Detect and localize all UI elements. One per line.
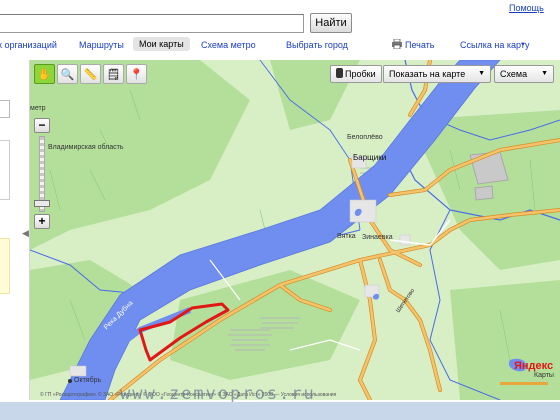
village-label-vyatka: Вятка [337, 233, 356, 240]
hand-tool[interactable]: ✋ [34, 64, 55, 84]
scale-label: метр [30, 105, 46, 112]
find-button[interactable]: Найти [310, 13, 352, 33]
nav-metro[interactable]: Схема метро [201, 40, 256, 50]
nav-routes[interactable]: Маршруты [79, 40, 124, 50]
village-label-oktyabr: Октябрь [74, 377, 102, 384]
printer-icon[interactable] [392, 38, 402, 50]
help-link[interactable]: Помощь [509, 3, 544, 13]
sidebar-box [0, 140, 10, 200]
show-on-map-label: Показать на карте [389, 69, 466, 79]
magnifier-tool[interactable]: 🔍 [57, 64, 78, 84]
ruler-tool[interactable]: 📏 [80, 64, 101, 84]
traffic-button[interactable]: Пробки [330, 65, 382, 83]
zoom-thumb[interactable] [34, 200, 50, 207]
brand-label: Яндекс [514, 360, 554, 372]
note-icon: 🗒 [106, 68, 121, 81]
nav-choose-city[interactable]: Выбрать город [286, 40, 348, 50]
collapse-arrow-icon[interactable]: ◀ [22, 228, 29, 239]
nav-organizations[interactable]: к организаций [0, 40, 57, 50]
brand-sub-label: Карты [534, 372, 554, 379]
pin-icon: 📍 [129, 68, 144, 81]
note-tool[interactable]: 🗒 [103, 64, 124, 84]
village-label-bariki: Барщики [353, 153, 387, 162]
search-input[interactable] [0, 14, 304, 33]
left-sidebar: ◀ [0, 60, 30, 400]
watermark-text: www.zemvopros.ru [120, 384, 316, 404]
map-canvas[interactable] [30, 60, 560, 400]
zoom-in-button[interactable]: + [34, 214, 50, 229]
chevron-down-icon: ▼ [541, 70, 548, 77]
map-tools: ✋ 🔍 📏 🗒 📍 [34, 64, 147, 84]
chevron-down-icon[interactable]: ▼ [520, 42, 526, 48]
show-on-map-dropdown[interactable]: Показать на карте ▼ [383, 65, 491, 83]
scheme-label: Схема [500, 69, 528, 79]
traffic-label: Пробки [345, 69, 376, 79]
pin-tool[interactable]: 📍 [126, 64, 147, 84]
magnifier-icon: 🔍 [60, 68, 75, 81]
traffic-light-icon [336, 68, 343, 78]
nav-print[interactable]: Печать [405, 40, 434, 50]
sidebar-note [0, 238, 10, 294]
map-view[interactable]: ✋ 🔍 📏 🗒 📍 Пробки Показать на карте ▼ Схем… [30, 60, 560, 400]
service-nav: к организаций Маршруты Мои карты Схема м… [0, 36, 560, 58]
bottom-bar [0, 402, 560, 420]
top-bar: Найти Помощь [0, 0, 560, 36]
chevron-down-icon: ▼ [478, 70, 485, 77]
ruler-icon: 📏 [83, 68, 98, 81]
zoom-control: − + [34, 118, 50, 229]
hand-icon: ✋ [37, 68, 52, 81]
village-label-zinaevo: Зинаевка [362, 234, 393, 241]
zoom-out-button[interactable]: − [34, 118, 50, 133]
village-label-beloplyovo: Белоплёво [347, 134, 383, 141]
yandex-logo[interactable]: Яндекс [514, 360, 553, 372]
nav-my-maps[interactable]: Мои карты [133, 37, 190, 51]
layer-scheme-dropdown[interactable]: Схема ▼ [494, 65, 554, 83]
region-label: Владимирская область [48, 144, 124, 151]
sidebar-field[interactable] [0, 100, 10, 118]
